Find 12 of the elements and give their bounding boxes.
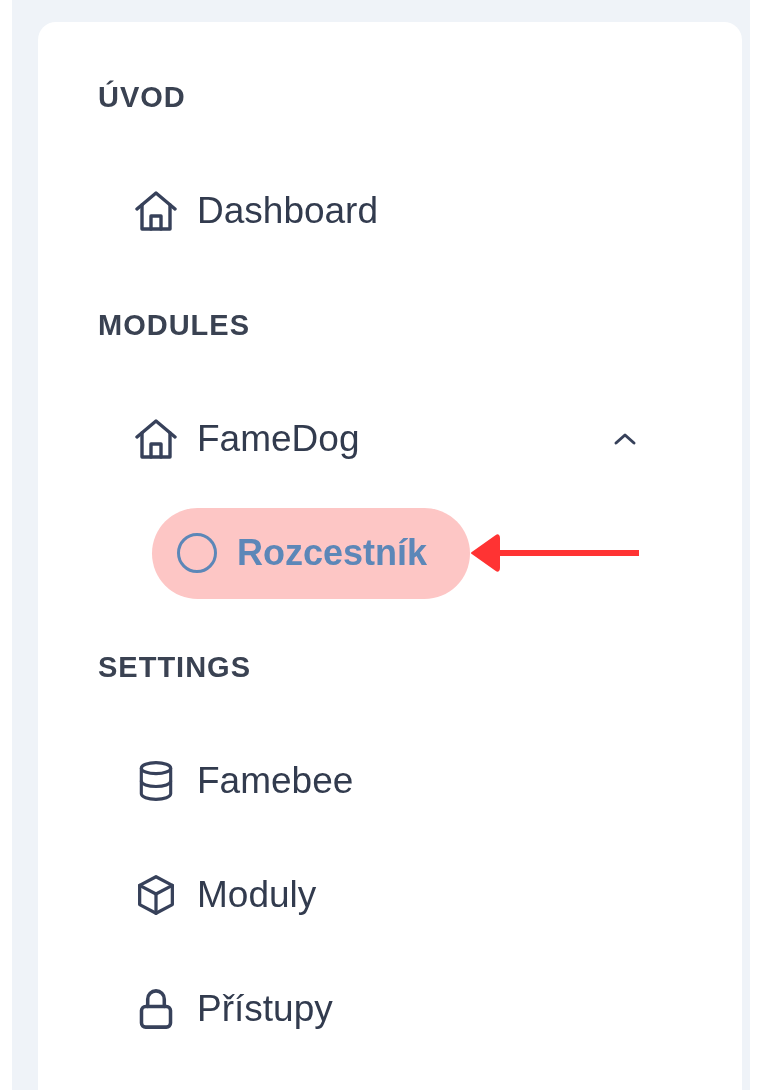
section-heading: MODULES bbox=[98, 307, 250, 343]
sidebar-item[interactable]: Moduly bbox=[135, 872, 637, 918]
sidebar-item[interactable]: Přístupy bbox=[135, 986, 637, 1032]
section-heading: SETTINGS bbox=[98, 649, 251, 685]
house-icon bbox=[135, 191, 177, 231]
cube-icon bbox=[135, 875, 177, 915]
house-icon bbox=[135, 419, 177, 459]
sidebar-item[interactable]: Famebee bbox=[135, 758, 637, 804]
circle-icon bbox=[177, 533, 217, 573]
sidebar-item[interactable]: FameDog bbox=[135, 416, 637, 462]
sidebar-item[interactable]: Dashboard bbox=[135, 188, 637, 234]
section-heading: ÚVOD bbox=[98, 79, 186, 115]
